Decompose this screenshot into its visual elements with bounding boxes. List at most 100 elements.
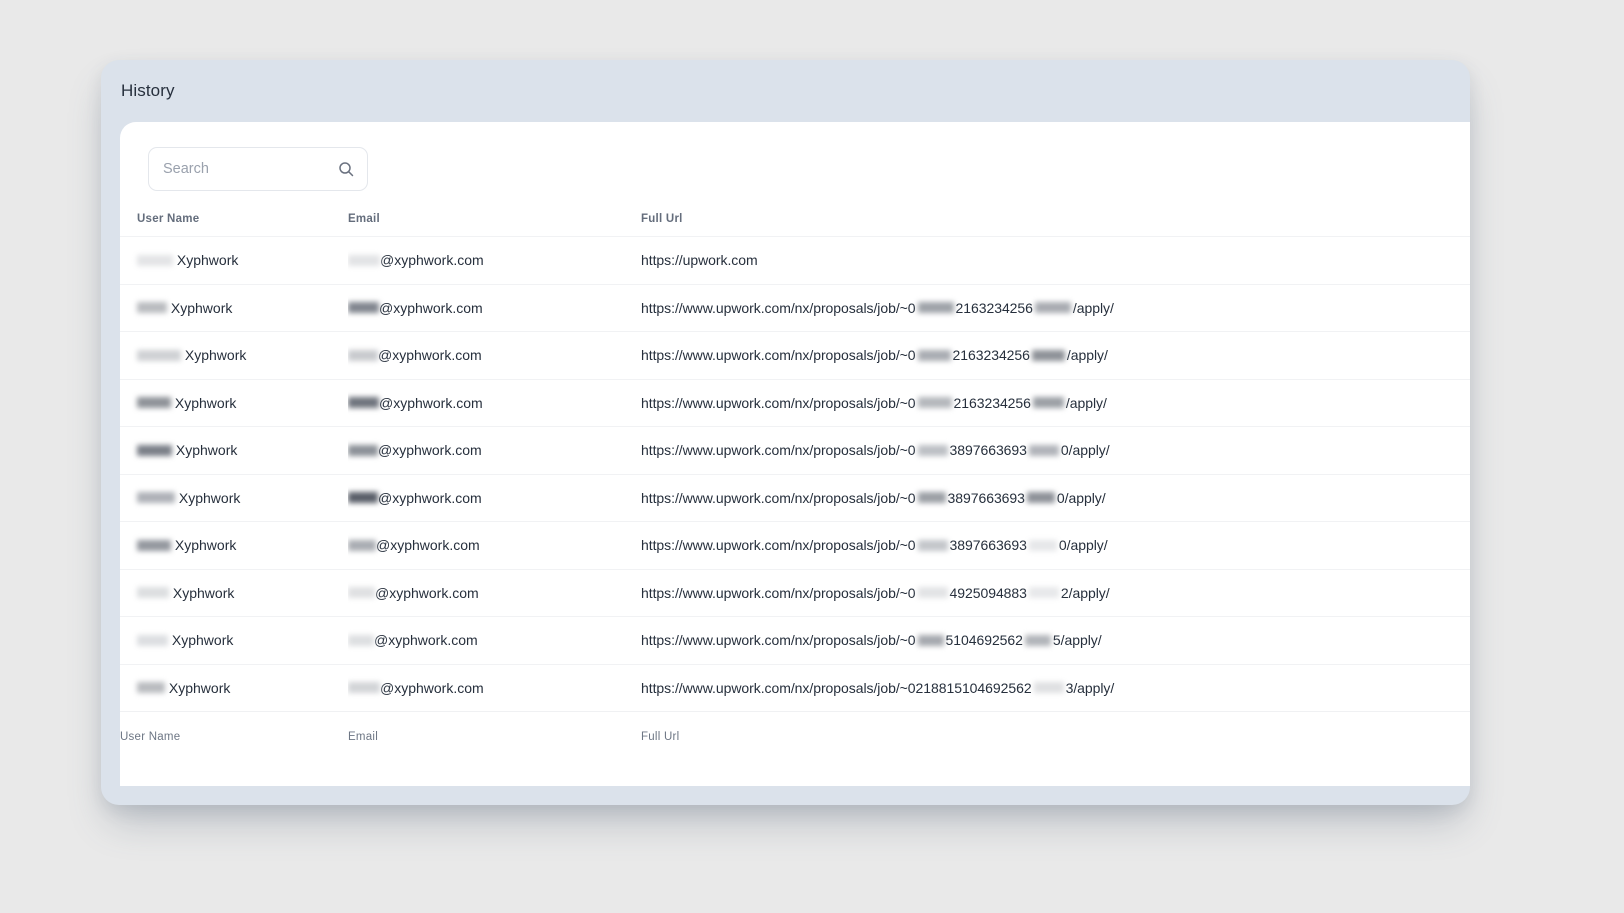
- table-row[interactable]: Xyphwork @xyphwork.com https://www.upwork.…: [120, 426, 1470, 475]
- user-name-suffix: Xyphwork: [175, 489, 241, 506]
- cell-email: @xyphwork.com: [348, 427, 641, 475]
- cell-full-url[interactable]: https://www.upwork.com/nx/proposals/job/…: [641, 617, 1470, 665]
- user-name-suffix: Xyphwork: [173, 252, 239, 269]
- url-job-id: 5104692562: [945, 632, 1023, 649]
- url-suffix: 5/apply/: [1052, 632, 1102, 649]
- redacted-block: [1033, 682, 1064, 694]
- cell-user-name: Xyphwork: [120, 522, 348, 570]
- table-row[interactable]: Xyphwork @xyphwork.com https://www.upwork.…: [120, 284, 1470, 332]
- cell-email: @xyphwork.com: [348, 522, 641, 570]
- table-footer-row: User Name Email Full Url: [120, 711, 1470, 762]
- cell-user-name: Xyphwork: [120, 474, 348, 522]
- redacted-block: [137, 492, 175, 504]
- cell-full-url[interactable]: https://upwork.com: [641, 237, 1470, 285]
- url-job-id: 3897663693: [949, 442, 1027, 459]
- history-window: History User Name: [101, 60, 1470, 805]
- table-header-row: User Name Email Full Url: [120, 191, 1470, 237]
- user-name-suffix: Xyphwork: [165, 679, 231, 696]
- user-name-suffix: Xyphwork: [171, 394, 237, 411]
- url-suffix: 0/apply/: [1058, 537, 1108, 554]
- cell-user-name: Xyphwork: [120, 569, 348, 617]
- cell-email: @xyphwork.com: [348, 237, 641, 285]
- redacted-block: [917, 302, 954, 314]
- cell-full-url[interactable]: https://www.upwork.com/nx/proposals/job/…: [641, 474, 1470, 522]
- window-header: History: [101, 60, 1470, 122]
- user-name-suffix: Xyphwork: [171, 537, 237, 554]
- redacted-block: [137, 444, 172, 456]
- url-suffix: 0/apply/: [1060, 442, 1110, 459]
- table-body: Xyphwork @xyphwork.com https://upwork.com …: [120, 236, 1470, 712]
- cell-full-url[interactable]: https://www.upwork.com/nx/proposals/job/…: [641, 332, 1470, 380]
- cell-full-url[interactable]: https://www.upwork.com/nx/proposals/job/…: [641, 427, 1470, 475]
- redacted-block: [1024, 634, 1051, 646]
- table-row[interactable]: Xyphwork @xyphwork.com https://www.upwork.…: [120, 331, 1470, 380]
- column-header-user-name[interactable]: User Name: [120, 191, 348, 237]
- url-prefix: https://www.upwork.com/nx/proposals/job/…: [641, 299, 916, 316]
- cell-user-name: Xyphwork: [120, 617, 348, 665]
- table-row[interactable]: Xyphwork @xyphwork.com https://www.upwork.…: [120, 521, 1470, 570]
- page-title: History: [121, 81, 175, 100]
- table-row[interactable]: Xyphwork @xyphwork.com https://www.upwork.…: [120, 664, 1470, 712]
- redacted-block: [137, 397, 171, 409]
- url-suffix: /apply/: [1065, 394, 1107, 411]
- redacted-block: [348, 444, 378, 456]
- cell-user-name: Xyphwork: [120, 427, 348, 475]
- url-prefix: https://www.upwork.com/nx/proposals/job/…: [641, 537, 916, 554]
- redacted-block: [348, 397, 379, 409]
- redacted-block: [348, 302, 379, 314]
- cell-full-url[interactable]: https://www.upwork.com/nx/proposals/job/…: [641, 569, 1470, 617]
- redacted-block: [348, 349, 378, 361]
- cell-full-url[interactable]: https://www.upwork.com/nx/proposals/job/…: [641, 284, 1470, 332]
- url-suffix: /apply/: [1072, 299, 1114, 316]
- redacted-block: [1034, 302, 1071, 314]
- redacted-block: [1031, 349, 1065, 361]
- url-job-id: 3897663693: [947, 489, 1025, 506]
- column-header-email[interactable]: Email: [348, 191, 641, 237]
- redacted-block: [137, 587, 169, 599]
- email-suffix: @xyphwork.com: [380, 679, 484, 696]
- url-job-id: 2163234256: [955, 299, 1033, 316]
- cell-user-name: Xyphwork: [120, 379, 348, 427]
- search-area: [120, 122, 1470, 191]
- search-icon[interactable]: [338, 161, 354, 177]
- table-row[interactable]: Xyphwork @xyphwork.com https://www.upwork.…: [120, 474, 1470, 522]
- redacted-block: [1028, 587, 1059, 599]
- redacted-block: [137, 302, 167, 314]
- table-row[interactable]: Xyphwork @xyphwork.com https://www.upwork.…: [120, 569, 1470, 617]
- cell-email: @xyphwork.com: [348, 474, 641, 522]
- cell-full-url[interactable]: https://www.upwork.com/nx/proposals/job/…: [641, 664, 1470, 712]
- url-job-id: 3897663693: [949, 537, 1027, 554]
- search-input[interactable]: [149, 148, 367, 190]
- table-row[interactable]: Xyphwork @xyphwork.com https://www.upwork.…: [120, 616, 1470, 665]
- email-suffix: @xyphwork.com: [378, 442, 482, 459]
- url-prefix: https://www.upwork.com/nx/proposals/job/…: [641, 347, 916, 364]
- cell-full-url[interactable]: https://www.upwork.com/nx/proposals/job/…: [641, 522, 1470, 570]
- redacted-block: [1026, 492, 1055, 504]
- redacted-block: [348, 634, 374, 646]
- cell-email: @xyphwork.com: [348, 664, 641, 712]
- column-header-full-url[interactable]: Full Url: [641, 191, 1470, 237]
- url-suffix: /apply/: [1066, 347, 1108, 364]
- redacted-block: [917, 349, 951, 361]
- footer-column-email: Email: [348, 711, 641, 762]
- url-prefix: https://www.upwork.com/nx/proposals/job/…: [641, 489, 916, 506]
- search-box[interactable]: [148, 147, 368, 191]
- url-prefix: https://upwork.com: [641, 252, 758, 269]
- redacted-block: [917, 492, 946, 504]
- cell-user-name: Xyphwork: [120, 237, 348, 285]
- redacted-block: [1032, 397, 1064, 409]
- redacted-block: [1028, 539, 1057, 551]
- redacted-block: [917, 444, 948, 456]
- footer-column-full-url: Full Url: [641, 711, 1470, 762]
- cell-user-name: Xyphwork: [120, 284, 348, 332]
- table-row[interactable]: Xyphwork @xyphwork.com https://www.upwork.…: [120, 379, 1470, 427]
- cell-full-url[interactable]: https://www.upwork.com/nx/proposals/job/…: [641, 379, 1470, 427]
- redacted-block: [137, 349, 181, 361]
- url-prefix: https://www.upwork.com/nx/proposals/job/…: [641, 632, 916, 649]
- redacted-block: [348, 539, 376, 551]
- url-suffix: 0/apply/: [1056, 489, 1106, 506]
- table-row[interactable]: Xyphwork @xyphwork.com https://upwork.com: [120, 236, 1470, 285]
- cell-email: @xyphwork.com: [348, 332, 641, 380]
- email-suffix: @xyphwork.com: [374, 632, 478, 649]
- cell-email: @xyphwork.com: [348, 379, 641, 427]
